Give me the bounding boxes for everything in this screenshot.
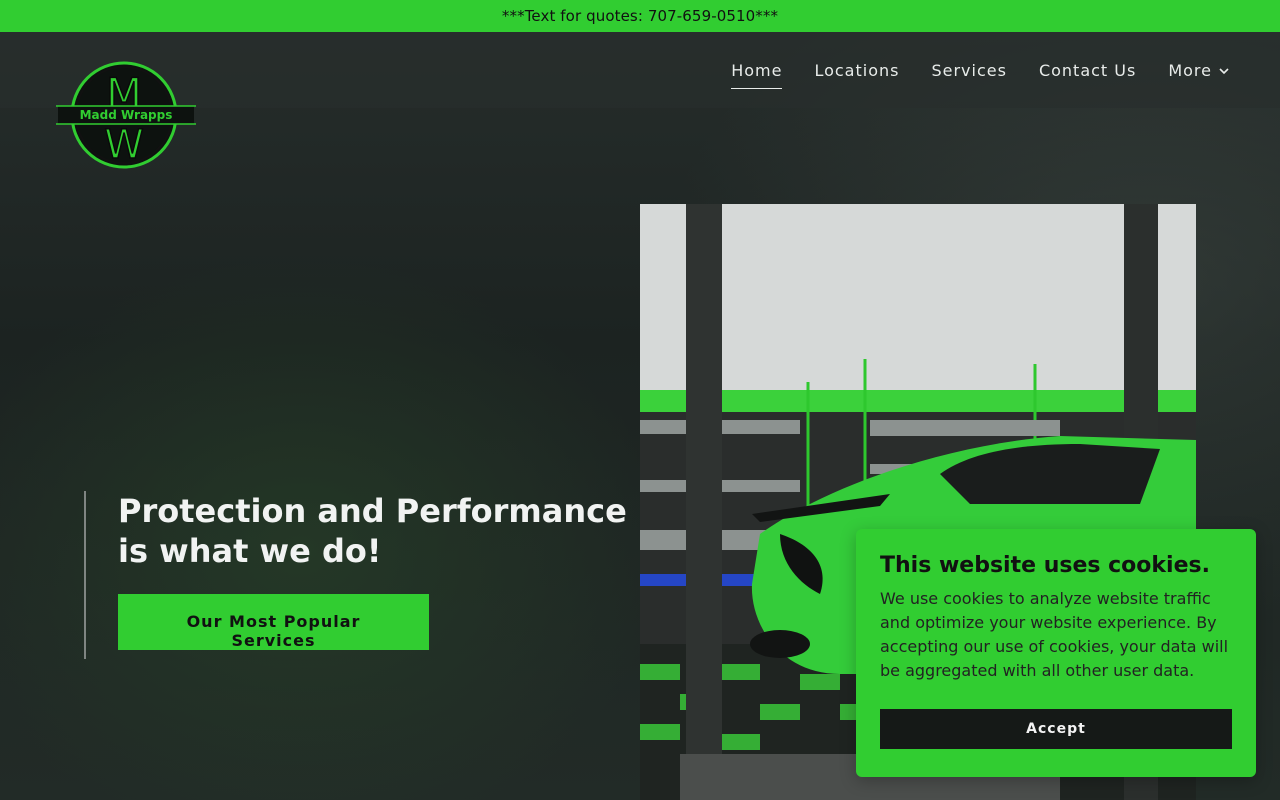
nav-item-locations[interactable]: Locations [814,61,899,80]
announcement-bar: ***Text for quotes: 707-659-0510*** [0,0,1280,32]
announcement-text: ***Text for quotes: 707-659-0510*** [501,7,779,25]
hero-tagline: Protection and Performance is what we do… [118,492,627,570]
hero-text-block: Protection and Performance is what we do… [84,491,638,659]
accept-cookies-button[interactable]: Accept [880,709,1232,749]
nav-item-more[interactable]: More [1168,61,1230,80]
popular-services-button[interactable]: Our Most Popular Services [118,594,429,650]
logo-wordmark: Madd Wrapps [80,108,173,122]
nav-item-home[interactable]: Home [731,61,783,89]
logo-letter-w: W [104,122,144,168]
main-nav: Home Locations Services Contact Us More [731,61,1230,89]
madd-wrapps-logo[interactable]: M Madd Wrapps W [56,58,196,174]
cookie-title: This website uses cookies. [880,553,1210,578]
nav-item-services[interactable]: Services [931,61,1006,80]
cookie-body: We use cookies to analyze website traffi… [880,589,1229,680]
chevron-down-icon [1219,67,1229,74]
nav-item-contact-us[interactable]: Contact Us [1039,61,1136,80]
nav-more-label: More [1168,61,1212,80]
cookie-banner: This website uses cookies. We use cookie… [856,529,1256,777]
